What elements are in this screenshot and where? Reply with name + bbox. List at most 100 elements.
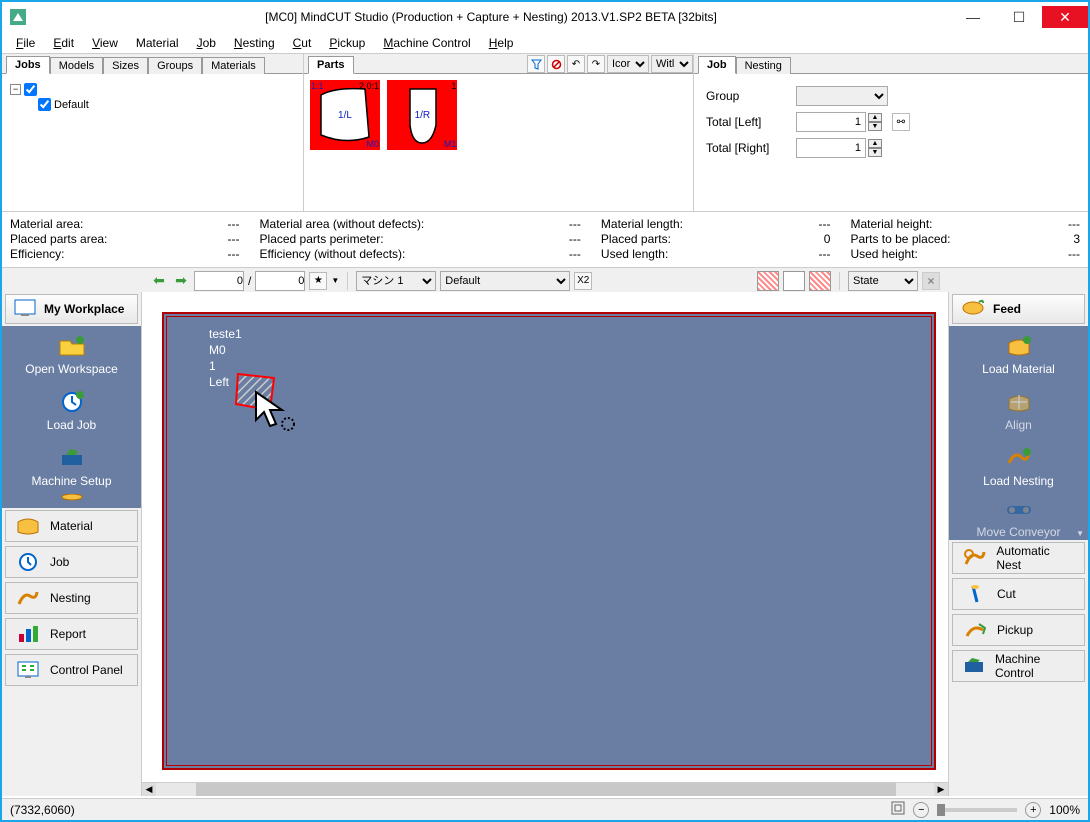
- nesting-button[interactable]: Nesting: [5, 582, 138, 614]
- star-dropdown[interactable]: ▼: [331, 276, 339, 285]
- icor-select[interactable]: Icor: [607, 55, 649, 73]
- cut-label: Cut: [997, 587, 1016, 601]
- multiplier-button[interactable]: X2: [574, 272, 592, 290]
- group-label: Group: [706, 89, 786, 103]
- auto-nest-icon: [961, 546, 988, 570]
- feed-icon: [961, 299, 985, 320]
- menu-nesting[interactable]: Nesting: [226, 34, 283, 52]
- witl-select[interactable]: Witl: [651, 55, 693, 73]
- load-material-button[interactable]: Load Material: [949, 326, 1088, 382]
- menu-pickup[interactable]: Pickup: [321, 34, 373, 52]
- page-input-1[interactable]: [194, 271, 244, 291]
- tab-job-right[interactable]: Job: [698, 56, 736, 74]
- part-card-1[interactable]: 1 M1 1/R: [387, 80, 457, 150]
- menu-edit[interactable]: Edit: [45, 34, 82, 52]
- control-panel-label: Control Panel: [50, 663, 123, 677]
- pattern-btn-1[interactable]: [757, 271, 779, 291]
- machine-setup-button[interactable]: Machine Setup: [2, 438, 141, 494]
- menu-material[interactable]: Material: [128, 34, 187, 52]
- move-conveyor-dropdown-icon[interactable]: ▼: [1076, 529, 1084, 538]
- disable-icon[interactable]: [547, 55, 565, 73]
- rotate-left-icon[interactable]: ↶: [567, 55, 585, 73]
- report-button[interactable]: Report: [5, 618, 138, 650]
- load-material-icon: [1003, 332, 1035, 360]
- total-right-down[interactable]: ▼: [868, 148, 882, 157]
- link-icon[interactable]: ⚯: [892, 113, 910, 131]
- automatic-nest-button[interactable]: Automatic Nest: [952, 542, 1085, 574]
- page-slash: /: [248, 274, 251, 288]
- canvas-viewport[interactable]: teste1 M0 1 Left: [142, 292, 948, 782]
- stat-mat-len: Material length:: [601, 217, 683, 231]
- align-icon: [1003, 388, 1035, 416]
- tab-materials[interactable]: Materials: [202, 57, 265, 74]
- horizontal-scrollbar[interactable]: ◀ ▶: [142, 782, 948, 796]
- scroll-left[interactable]: ◀: [142, 783, 156, 796]
- tree-node-default[interactable]: Default: [10, 97, 295, 112]
- group-select[interactable]: [796, 86, 888, 106]
- tree-default-checkbox[interactable]: [38, 98, 51, 111]
- zoom-out-button[interactable]: −: [913, 802, 929, 818]
- align-button[interactable]: Align: [949, 382, 1088, 438]
- tab-groups[interactable]: Groups: [148, 57, 202, 74]
- menu-file[interactable]: File: [8, 34, 43, 52]
- machine-control-button[interactable]: Machine Control: [952, 650, 1085, 682]
- close-button[interactable]: ✕: [1042, 6, 1088, 28]
- job-button[interactable]: Job: [5, 546, 138, 578]
- open-workspace-icon: [56, 332, 88, 360]
- part-card-0[interactable]: 1:1 2 0:1 M0 1/L: [310, 80, 380, 150]
- my-workplace-header[interactable]: My Workplace: [5, 294, 138, 324]
- menu-cut[interactable]: Cut: [285, 34, 320, 52]
- zoom-slider[interactable]: [937, 808, 1017, 812]
- star-icon[interactable]: ★: [309, 272, 327, 290]
- tree-collapse-icon[interactable]: −: [10, 84, 21, 95]
- layer-select[interactable]: Default: [440, 271, 570, 291]
- prev-button[interactable]: ⬅: [150, 272, 168, 290]
- rotate-right-icon[interactable]: ↷: [587, 55, 605, 73]
- part-1-label: 1/R: [387, 110, 457, 121]
- pattern-btn-2[interactable]: [783, 271, 805, 291]
- filter-icon[interactable]: [527, 55, 545, 73]
- maximize-button[interactable]: ☐: [996, 6, 1042, 28]
- material-button[interactable]: Material: [5, 510, 138, 542]
- feed-header[interactable]: Feed: [952, 294, 1085, 324]
- tab-models[interactable]: Models: [50, 57, 103, 74]
- menu-view[interactable]: View: [84, 34, 126, 52]
- upper-panels: Jobs Models Sizes Groups Materials − Def…: [2, 54, 1088, 212]
- next-button[interactable]: ➡: [172, 272, 190, 290]
- total-right-input[interactable]: [796, 138, 866, 158]
- fit-icon[interactable]: [891, 801, 905, 818]
- state-select[interactable]: State: [848, 271, 918, 291]
- minimize-button[interactable]: —: [950, 6, 996, 28]
- scroll-thumb[interactable]: [196, 783, 896, 796]
- menu-help[interactable]: Help: [481, 34, 522, 52]
- page-input-2[interactable]: [255, 271, 305, 291]
- pattern-btn-3[interactable]: [809, 271, 831, 291]
- automatic-nest-label: Automatic Nest: [996, 544, 1076, 572]
- tree-root-checkbox[interactable]: [24, 83, 37, 96]
- menu-job[interactable]: Job: [189, 34, 224, 52]
- placed-piece[interactable]: [234, 370, 278, 417]
- zoom-in-button[interactable]: +: [1025, 802, 1041, 818]
- total-right-up[interactable]: ▲: [868, 139, 882, 148]
- machine-select[interactable]: マシン 1: [356, 271, 436, 291]
- total-left-up[interactable]: ▲: [868, 113, 882, 122]
- open-workspace-label: Open Workspace: [25, 362, 118, 376]
- close-toolrow-button[interactable]: ×: [922, 272, 940, 290]
- menu-machine-control[interactable]: Machine Control: [375, 34, 478, 52]
- open-workspace-button[interactable]: Open Workspace: [2, 326, 141, 382]
- load-job-button[interactable]: Load Job: [2, 382, 141, 438]
- nesting-sheet[interactable]: teste1 M0 1 Left: [162, 312, 936, 770]
- tab-parts[interactable]: Parts: [308, 56, 354, 74]
- tab-sizes[interactable]: Sizes: [103, 57, 148, 74]
- scroll-right[interactable]: ▶: [934, 783, 948, 796]
- cut-button[interactable]: Cut: [952, 578, 1085, 610]
- tab-jobs[interactable]: Jobs: [6, 56, 50, 74]
- tree-root-node[interactable]: −: [10, 82, 295, 97]
- tab-nesting-right[interactable]: Nesting: [736, 57, 791, 74]
- load-nesting-button[interactable]: Load Nesting: [949, 438, 1088, 494]
- total-left-input[interactable]: [796, 112, 866, 132]
- total-left-down[interactable]: ▼: [868, 122, 882, 131]
- move-conveyor-button[interactable]: Move Conveyor ▼: [949, 494, 1088, 540]
- pickup-button[interactable]: Pickup: [952, 614, 1085, 646]
- control-panel-button[interactable]: Control Panel: [5, 654, 138, 686]
